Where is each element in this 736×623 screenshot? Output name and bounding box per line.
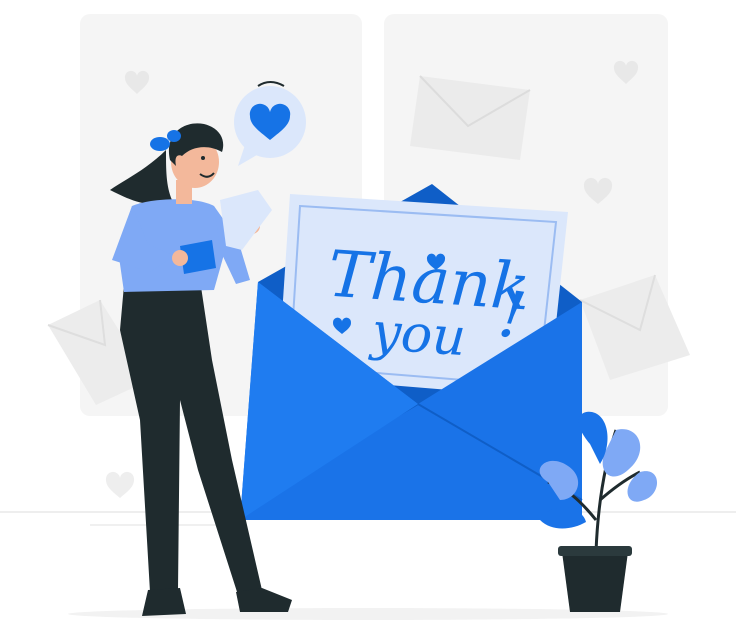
plant-pot bbox=[562, 552, 628, 612]
eye bbox=[201, 156, 205, 160]
card-text-you: you bbox=[368, 302, 468, 369]
plant-pot-rim bbox=[558, 546, 632, 556]
heart-icon bbox=[105, 471, 135, 498]
envelope-icon bbox=[410, 75, 531, 160]
envelope-with-card: Thank you ! bbox=[240, 184, 583, 520]
hair-bow bbox=[167, 130, 181, 142]
hand bbox=[172, 250, 188, 266]
hair-bow bbox=[150, 137, 170, 151]
shoe bbox=[236, 588, 292, 612]
thank-you-illustration: Thank you ! bbox=[0, 14, 736, 620]
shoe bbox=[142, 588, 186, 616]
